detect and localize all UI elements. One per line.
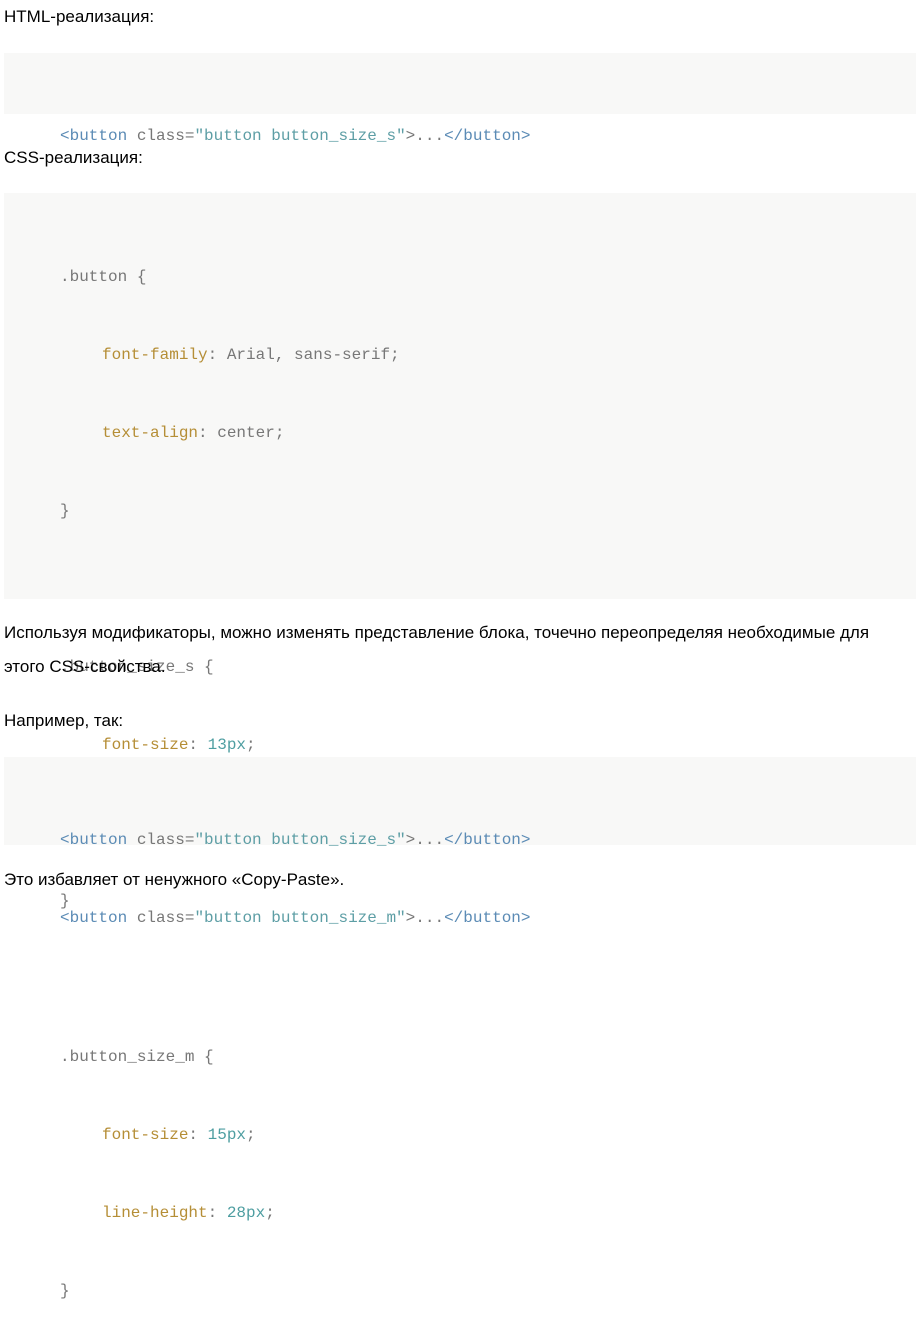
css-brace: } [60, 1282, 70, 1300]
code-content: >... [405, 909, 445, 927]
css-heading: CSS-реализация: [4, 148, 143, 167]
conclusion-paragraph: Это избавляет от ненужного «Copy-Paste». [4, 870, 345, 889]
css-property: font-size [102, 1126, 189, 1144]
code-line: <button class="button button_size_m">...… [60, 905, 916, 931]
example-heading: Например, так: [4, 711, 124, 730]
code-line: text-align: center; [60, 420, 916, 446]
css-property: line-height [102, 1204, 208, 1222]
code-line: font-size: 15px; [60, 1122, 916, 1148]
css-code-block: .button { font-family: Arial, sans-serif… [4, 193, 916, 1300]
code-line: .button_size_m { [60, 1044, 916, 1070]
css-separator: : [198, 424, 218, 442]
css-separator: : [207, 346, 227, 364]
code-line: line-height: 28px; [60, 1200, 916, 1226]
code-tag-close: </button> [444, 831, 531, 849]
example-code-block: <button class="button button_size_s">...… [4, 757, 916, 927]
code-attr: class= [127, 909, 195, 927]
css-property: font-size [102, 736, 189, 754]
code-attr: class= [127, 831, 195, 849]
css-number: 15px [207, 1126, 247, 1144]
css-separator: : [188, 1126, 208, 1144]
css-separator: : [188, 736, 208, 754]
html-code-block: <button class="button button_size_s">...… [4, 53, 916, 145]
css-value: Arial, sans-serif; [226, 346, 400, 364]
css-selector: .button_size_m { [60, 1048, 214, 1066]
css-value: center; [217, 424, 285, 442]
css-number: 28px [226, 1204, 266, 1222]
css-property: text-align [102, 424, 199, 442]
css-brace: } [60, 502, 70, 520]
code-line: } [60, 1278, 916, 1304]
code-line: .button { [60, 264, 916, 290]
modifiers-paragraph-line2: этого CSS-свойства. [4, 657, 166, 676]
code-line: } [60, 498, 916, 524]
html-heading: HTML-реализация: [4, 7, 155, 26]
code-string: "button button_size_s" [194, 831, 406, 849]
code-tag-open: <button [60, 831, 128, 849]
css-number: 13px [207, 736, 247, 754]
code-tag-open: <button [60, 909, 128, 927]
css-semicolon: ; [246, 1126, 256, 1144]
css-semicolon: ; [246, 736, 256, 754]
code-tag-close: </button> [444, 909, 531, 927]
code-content: >... [405, 831, 445, 849]
code-line: <button class="button button_size_s">...… [60, 827, 916, 853]
css-selector: .button { [60, 268, 147, 286]
css-separator: : [207, 1204, 227, 1222]
modifiers-paragraph-line1: Используя модификаторы, можно изменять п… [4, 623, 870, 642]
code-string: "button button_size_m" [194, 909, 406, 927]
css-semicolon: ; [265, 1204, 275, 1222]
css-property: font-family [102, 346, 208, 364]
code-line: font-family: Arial, sans-serif; [60, 342, 916, 368]
